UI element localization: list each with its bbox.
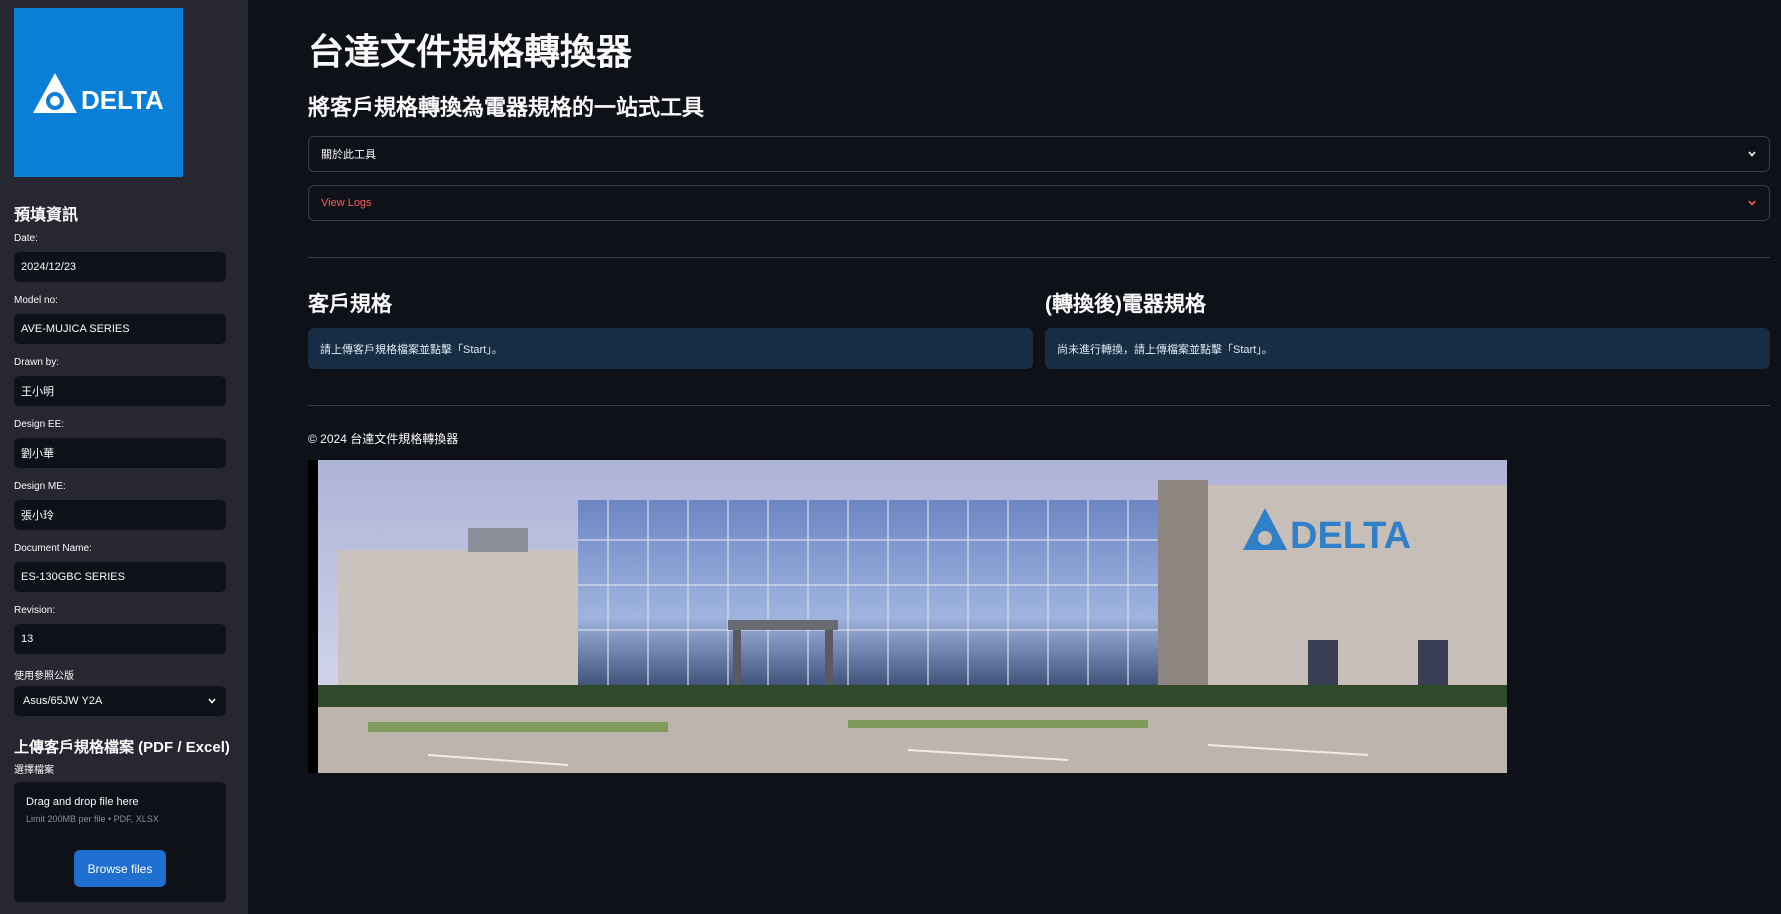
date-field-group: Date: bbox=[14, 233, 234, 282]
reference-selected-value: Asus/65JW Y2A bbox=[23, 695, 103, 707]
file-dropzone[interactable]: Drag and drop file here Limit 200MB per … bbox=[14, 782, 226, 902]
dropzone-limit: Limit 200MB per file • PDF, XLSX bbox=[26, 814, 159, 824]
date-input[interactable] bbox=[14, 252, 226, 282]
app-root: DELTA 預填資訊 Date: Model no: Drawn by: Des… bbox=[0, 0, 1781, 914]
delta-logo: DELTA bbox=[14, 8, 183, 177]
svg-text:DELTA: DELTA bbox=[1290, 515, 1411, 557]
design-me-field-group: Design ME: bbox=[14, 481, 234, 530]
customer-spec-title: 客戶規格 bbox=[308, 293, 392, 316]
svg-text:DELTA: DELTA bbox=[81, 85, 164, 115]
divider bbox=[308, 257, 1770, 258]
sidebar: DELTA 預填資訊 Date: Model no: Drawn by: Des… bbox=[0, 0, 248, 914]
chevron-down-icon bbox=[1748, 151, 1756, 157]
chevron-down-icon bbox=[1748, 200, 1756, 206]
document-name-label: Document Name: bbox=[14, 543, 92, 554]
revision-label: Revision: bbox=[14, 605, 56, 616]
design-ee-input[interactable] bbox=[14, 438, 226, 468]
spec-columns: 客戶規格 請上傳客戶規格檔案並點擊「Start」。 (轉換後)電器規格 尚未進行… bbox=[308, 288, 1770, 369]
page-title: 台達文件規格轉換器 bbox=[308, 31, 633, 72]
customer-spec-column: 客戶規格 請上傳客戶規格檔案並點擊「Start」。 bbox=[308, 288, 1033, 369]
main-content: 台達文件規格轉換器 將客戶規格轉換為電器規格的一站式工具 關於此工具 View … bbox=[248, 0, 1781, 914]
dropzone-title: Drag and drop file here bbox=[26, 796, 139, 808]
reference-field-group: 使用參照公版 Asus/65JW Y2A bbox=[14, 667, 234, 716]
converted-spec-column: (轉換後)電器規格 尚未進行轉換，請上傳檔案並點擊「Start」。 bbox=[1045, 288, 1770, 369]
design-ee-field-group: Design EE: bbox=[14, 419, 234, 468]
drawn-by-field-group: Drawn by: bbox=[14, 357, 234, 406]
customer-spec-info: 請上傳客戶規格檔案並點擊「Start」。 bbox=[308, 328, 1033, 369]
about-expander-label: 關於此工具 bbox=[321, 149, 376, 161]
delta-logo-icon: DELTA bbox=[32, 72, 164, 115]
view-logs-label: View Logs bbox=[321, 197, 372, 209]
converted-spec-info: 尚未進行轉換，請上傳檔案並點擊「Start」。 bbox=[1045, 328, 1770, 369]
design-me-input[interactable] bbox=[14, 500, 226, 530]
document-name-field-group: Document Name: bbox=[14, 543, 234, 592]
design-ee-label: Design EE: bbox=[14, 419, 65, 430]
converted-spec-title: (轉換後)電器規格 bbox=[1045, 293, 1206, 316]
model-no-label: Model no: bbox=[14, 295, 58, 306]
divider bbox=[308, 405, 1770, 406]
drawn-by-input[interactable] bbox=[14, 376, 226, 406]
reference-select[interactable]: Asus/65JW Y2A bbox=[14, 686, 226, 716]
browse-files-button[interactable]: Browse files bbox=[74, 850, 166, 887]
upload-heading: 上傳客戶規格檔案 (PDF / Excel) bbox=[14, 739, 230, 756]
prefill-heading: 預填資訊 bbox=[14, 207, 79, 224]
reference-label: 使用參照公版 bbox=[14, 671, 74, 682]
page-subtitle: 將客戶規格轉換為電器規格的一站式工具 bbox=[308, 95, 705, 120]
view-logs-expander[interactable]: View Logs bbox=[308, 185, 1770, 221]
footer-copyright: © 2024 台達文件規格轉換器 bbox=[308, 432, 459, 446]
building-photo: DELTA bbox=[308, 460, 1507, 773]
about-expander[interactable]: 關於此工具 bbox=[308, 136, 1770, 172]
drawn-by-label: Drawn by: bbox=[14, 357, 60, 368]
document-name-input[interactable] bbox=[14, 562, 226, 592]
upload-sub-label: 選擇檔案 bbox=[14, 765, 54, 776]
model-no-input[interactable] bbox=[14, 314, 226, 344]
design-me-label: Design ME: bbox=[14, 481, 66, 492]
chevron-down-icon bbox=[208, 698, 216, 704]
revision-input[interactable] bbox=[14, 624, 226, 654]
date-label: Date: bbox=[14, 233, 38, 244]
revision-field-group: Revision: bbox=[14, 605, 234, 654]
model-no-field-group: Model no: bbox=[14, 295, 234, 344]
